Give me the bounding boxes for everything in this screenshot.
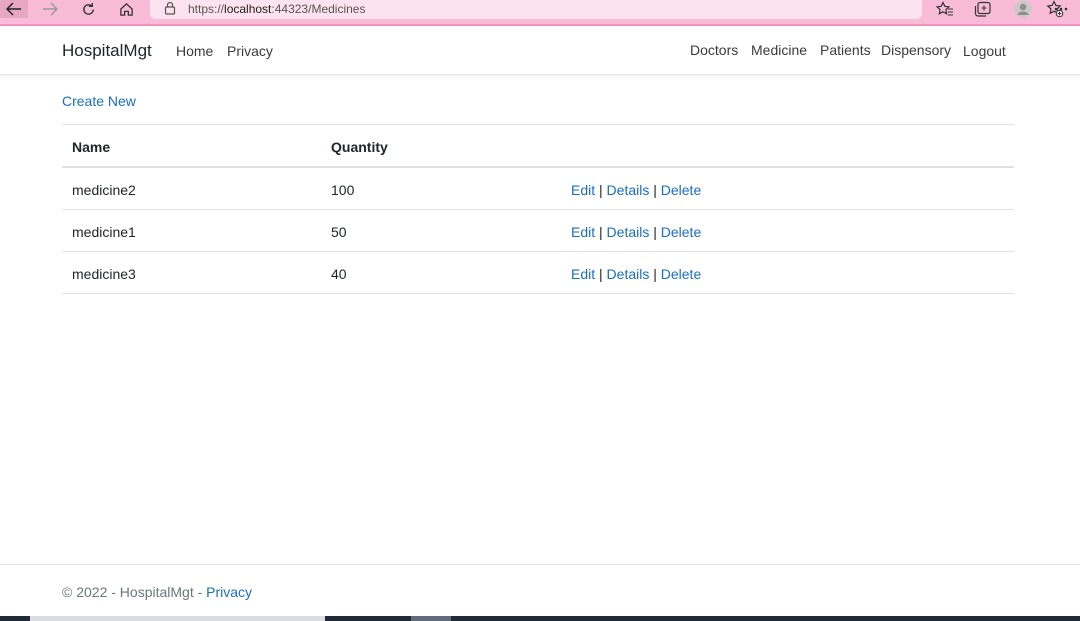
row-actions: Edit | Details | Delete bbox=[571, 224, 701, 240]
edit-link[interactable]: Edit bbox=[571, 224, 595, 240]
home-icon[interactable] bbox=[114, 0, 138, 18]
profile-icon[interactable] bbox=[1014, 0, 1032, 18]
cell-name: medicine3 bbox=[72, 266, 136, 282]
medicines-table: Name Quantity medicine2 100 Edit | Detai… bbox=[62, 124, 1014, 294]
edit-link[interactable]: Edit bbox=[571, 266, 595, 282]
footer-copyright: © 2022 - HospitalMgt - bbox=[62, 584, 207, 600]
action-separator: | bbox=[599, 224, 603, 240]
nav-medicine-link[interactable]: Medicine bbox=[751, 42, 807, 58]
delete-link[interactable]: Delete bbox=[661, 224, 701, 240]
table-header-row: Name Quantity bbox=[62, 125, 1014, 168]
back-arrow-icon[interactable] bbox=[0, 0, 28, 18]
table-row: medicine3 40 Edit | Details | Delete bbox=[62, 252, 1014, 294]
nav-patients-link[interactable]: Patients bbox=[820, 42, 871, 58]
action-separator: | bbox=[653, 266, 657, 282]
taskbar-item[interactable] bbox=[30, 616, 325, 621]
cell-quantity: 100 bbox=[331, 182, 355, 198]
lock-icon[interactable] bbox=[164, 1, 178, 17]
nav-privacy-link[interactable]: Privacy bbox=[227, 43, 273, 59]
collections-icon[interactable] bbox=[974, 0, 992, 18]
create-new-link[interactable]: Create New bbox=[62, 93, 136, 109]
footer-text: © 2022 - HospitalMgt - Privacy bbox=[62, 584, 252, 600]
action-separator: | bbox=[599, 182, 603, 198]
nav-doctors-link[interactable]: Doctors bbox=[690, 42, 738, 58]
delete-link[interactable]: Delete bbox=[661, 266, 701, 282]
details-link[interactable]: Details bbox=[607, 182, 650, 198]
address-bar[interactable]: https://localhost:44323/Medicines Aᴬ bbox=[150, 0, 1064, 19]
action-separator: | bbox=[599, 266, 603, 282]
app-navbar: HospitalMgt Home Privacy Doctors Medicin… bbox=[0, 26, 1080, 75]
details-link[interactable]: Details bbox=[607, 224, 650, 240]
more-icon[interactable] bbox=[1054, 0, 1068, 18]
page-footer: © 2022 - HospitalMgt - Privacy bbox=[0, 564, 1080, 617]
cell-quantity: 40 bbox=[331, 266, 347, 282]
footer-privacy-link[interactable]: Privacy bbox=[206, 584, 252, 600]
url-text: https://localhost:44323/Medicines bbox=[188, 2, 366, 16]
taskbar-item[interactable] bbox=[411, 616, 451, 621]
delete-link[interactable]: Delete bbox=[661, 182, 701, 198]
action-separator: | bbox=[653, 224, 657, 240]
nav-logout-link[interactable]: Logout bbox=[963, 43, 1006, 59]
row-actions: Edit | Details | Delete bbox=[571, 266, 701, 282]
row-actions: Edit | Details | Delete bbox=[571, 182, 701, 198]
favorites-icon[interactable] bbox=[936, 0, 954, 18]
header-quantity: Quantity bbox=[331, 139, 388, 155]
edit-link[interactable]: Edit bbox=[571, 182, 595, 198]
table-row: medicine1 50 Edit | Details | Delete bbox=[62, 210, 1014, 252]
cell-name: medicine2 bbox=[72, 182, 136, 198]
table-row: medicine2 100 Edit | Details | Delete bbox=[62, 168, 1014, 210]
os-taskbar bbox=[0, 616, 1080, 621]
refresh-icon[interactable] bbox=[76, 0, 100, 18]
browser-toolbar: https://localhost:44323/Medicines Aᴬ bbox=[0, 0, 1080, 26]
brand-link[interactable]: HospitalMgt bbox=[62, 41, 152, 61]
action-separator: | bbox=[653, 182, 657, 198]
nav-dispensory-link[interactable]: Dispensory bbox=[881, 42, 951, 58]
header-name: Name bbox=[72, 139, 111, 155]
nav-home-link[interactable]: Home bbox=[176, 43, 213, 59]
cell-quantity: 50 bbox=[331, 224, 347, 240]
forward-arrow-icon[interactable] bbox=[38, 0, 62, 18]
details-link[interactable]: Details bbox=[607, 266, 650, 282]
cell-name: medicine1 bbox=[72, 224, 136, 240]
